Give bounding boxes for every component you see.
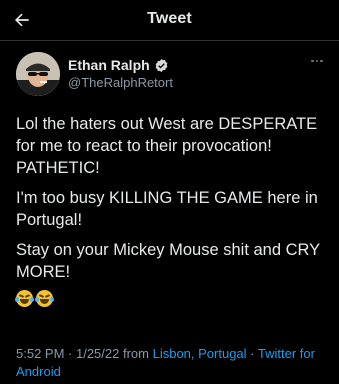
top-bar: Tweet (0, 0, 339, 41)
author-handle[interactable]: @TheRalphRetort (68, 75, 173, 90)
tweet-time[interactable]: 5:52 PM (16, 346, 64, 361)
verified-badge-icon (155, 58, 168, 72)
dot-icon (315, 59, 319, 63)
page-title: Tweet (147, 10, 192, 27)
more-options-button[interactable] (309, 56, 325, 66)
dot-icon (320, 59, 323, 63)
dot-icon (311, 59, 314, 63)
tweet-body: Lol the haters out West are DESPERATE fo… (15, 113, 326, 307)
tweet-paragraph: Lol the haters out West are DESPERATE fo… (16, 115, 318, 177)
author-display-name[interactable]: Ethan Ralph (68, 57, 150, 73)
avatar-image (16, 52, 60, 96)
separator: · (64, 346, 76, 361)
tweet-date[interactable]: 1/25/22 (76, 346, 119, 361)
face-with-tears-of-joy-icon (15, 290, 34, 307)
from-label: from (119, 346, 153, 361)
tweet-paragraph: Stay on your Mickey Mouse shit and CRY M… (16, 241, 320, 281)
face-with-tears-of-joy-icon (35, 290, 54, 307)
author-name-row[interactable]: Ethan Ralph (68, 56, 169, 74)
emoji-row (15, 290, 326, 307)
tweet-metadata: 5:52 PM · 1/25/22 from Lisbon, Portugal … (16, 345, 326, 381)
avatar[interactable] (16, 52, 60, 96)
tweet-paragraph: I'm too busy KILLING THE GAME here in Po… (16, 189, 318, 229)
location-link[interactable]: Lisbon, Portugal (153, 346, 247, 361)
separator: · (246, 346, 258, 361)
